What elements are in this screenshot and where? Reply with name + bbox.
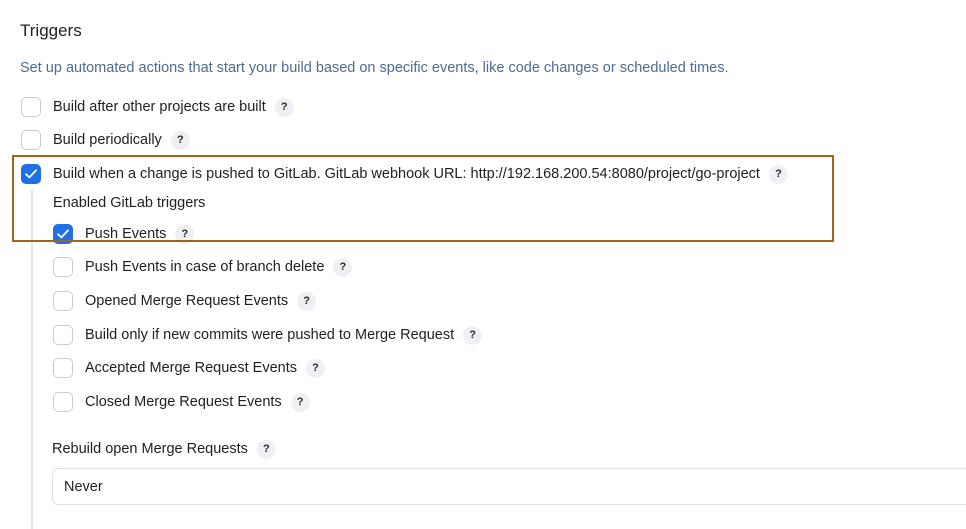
option-push-events-branch-delete[interactable]: Push Events in case of branch delete ? [53,255,353,279]
help-icon[interactable]: ? [170,130,190,150]
trigger-label: Build when a change is pushed to GitLab.… [53,166,760,182]
option-label: Push Events [85,226,167,242]
trigger-gitlab-push[interactable]: Build when a change is pushed to GitLab.… [21,162,788,186]
checkbox[interactable] [53,325,73,345]
help-icon[interactable]: ? [175,224,195,244]
check-icon [25,169,37,179]
checkbox-checked[interactable] [21,164,41,184]
option-label: Build only if new commits were pushed to… [85,327,455,343]
help-icon[interactable]: ? [256,439,276,459]
rebuild-open-mr-select[interactable]: Never [52,468,966,505]
help-icon[interactable]: ? [333,257,353,277]
checkbox[interactable] [53,358,73,378]
trigger-label: Build after other projects are built [53,99,266,115]
checkbox-checked[interactable] [53,224,73,244]
help-icon[interactable]: ? [305,358,325,378]
check-icon [57,229,69,239]
help-icon[interactable]: ? [463,325,483,345]
section-description: Set up automated actions that start your… [20,60,729,76]
help-icon[interactable]: ? [768,164,788,184]
enabled-gitlab-triggers-label: Enabled GitLab triggers [53,195,206,211]
help-icon[interactable]: ? [297,291,317,311]
option-label: Opened Merge Request Events [85,293,289,309]
option-push-events[interactable]: Push Events ? [53,222,195,246]
option-accepted-merge-request[interactable]: Accepted Merge Request Events ? [53,356,325,380]
trigger-label: Build periodically [53,132,162,148]
option-opened-merge-request[interactable]: Opened Merge Request Events ? [53,289,317,313]
checkbox[interactable] [53,392,73,412]
option-label: Push Events in case of branch delete [85,259,325,275]
section-title: Triggers [20,21,82,40]
checkbox[interactable] [53,257,73,277]
help-icon[interactable]: ? [274,97,294,117]
option-closed-merge-request[interactable]: Closed Merge Request Events ? [53,390,310,414]
checkbox[interactable] [21,97,41,117]
option-label: Closed Merge Request Events [85,394,282,410]
option-build-new-commits-mr[interactable]: Build only if new commits were pushed to… [53,323,483,347]
select-value: Never [64,478,103,495]
trigger-build-after-other-projects[interactable]: Build after other projects are built ? [21,95,294,119]
checkbox[interactable] [21,130,41,150]
help-icon[interactable]: ? [290,392,310,412]
nested-section-divider [31,190,33,529]
rebuild-open-mr-field: Rebuild open Merge Requests ? [52,437,276,461]
trigger-build-periodically[interactable]: Build periodically ? [21,128,190,152]
checkbox[interactable] [53,291,73,311]
option-label: Accepted Merge Request Events [85,360,297,376]
rebuild-label: Rebuild open Merge Requests [52,441,248,457]
